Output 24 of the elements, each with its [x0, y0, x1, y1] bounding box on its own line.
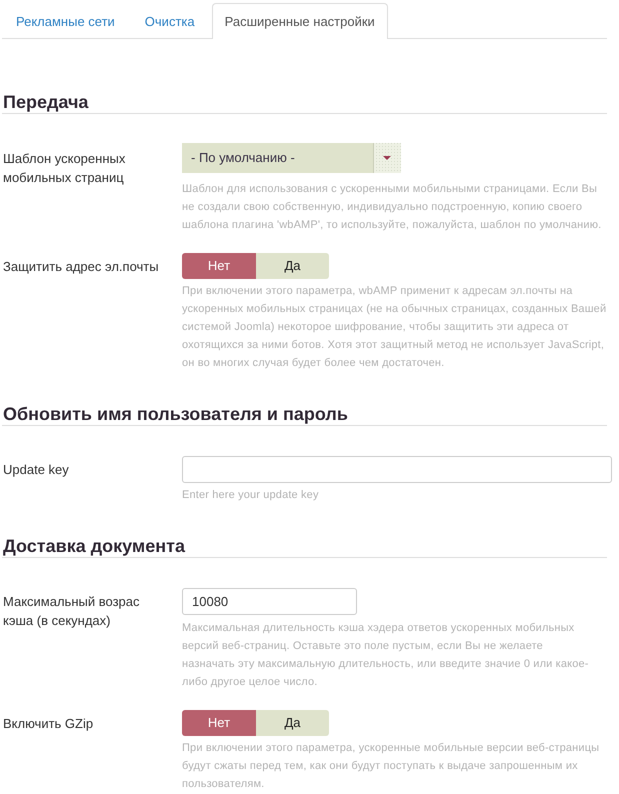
dropdown-field[interactable]: - По умолчанию -	[182, 143, 401, 173]
field-label: Защитить адрес эл.почты	[2, 258, 160, 276]
toggle-button[interactable]: Да	[256, 710, 329, 736]
field-description: Enter here your update key	[182, 488, 320, 503]
section-heading: Доставка документа	[2, 535, 607, 558]
tab[interactable]: Рекламные сети	[3, 3, 128, 38]
toggle-button[interactable]: Нет	[182, 710, 256, 736]
field-label: Включить GZip	[2, 715, 94, 733]
tab[interactable]: Расширенные настройки	[212, 3, 388, 39]
field-label: Максимальный возрас кэша (в секундах)	[2, 593, 140, 630]
field-description: Шаблон для использования с ускоренными мобильными страницами. Если Вы не создали свою собственную, индивидуально подстроенную, копию своего шаблона плагина 'wbAMP', то используйте, пожалуйста, шаблон по умолчанию.	[182, 182, 602, 233]
field-description: Максимальная длительность кэша хэдера ответов ускоренных мобильных версий веб-страниц. Оставьте это поле пустым, если Вы не желаете назначать эту максимальную длительность, или введите значие 0 или какое-либо другое целое число.	[182, 621, 590, 690]
field-description: При включении этого параметра, wbAMP применит к адресам эл.почты на ускоренных мобильных страницах (не на обычных страницах, созданных Вашей системой Joomla) некоторое шифрование, чтобы защитить эти адреса от охотящихся за ними ботов. Хотя этот защитный метод не использует JavaScript, он во многих случая будет более чем достаточен.	[182, 284, 608, 371]
input-field[interactable]	[182, 456, 612, 483]
field-label: Update key	[2, 461, 70, 479]
field-label: Шаблон ускоренных мобильных страниц	[2, 150, 126, 187]
field-description: При включении этого параметра, ускоренные мобильные версии веб-страницы будут сжаты перед тем, как они будут поступать к выдаче запрошенным их пользователям.	[182, 741, 600, 792]
toggle-button[interactable]: Да	[256, 253, 329, 279]
toggle-button[interactable]: Нет	[182, 253, 256, 279]
section-heading: Обновить имя пользователя и пароль	[2, 403, 607, 426]
section-heading: Передача	[2, 91, 607, 114]
tab[interactable]: Очистка	[132, 3, 208, 38]
caret-icon[interactable]	[373, 143, 401, 173]
input-field[interactable]: 10080	[182, 588, 357, 615]
